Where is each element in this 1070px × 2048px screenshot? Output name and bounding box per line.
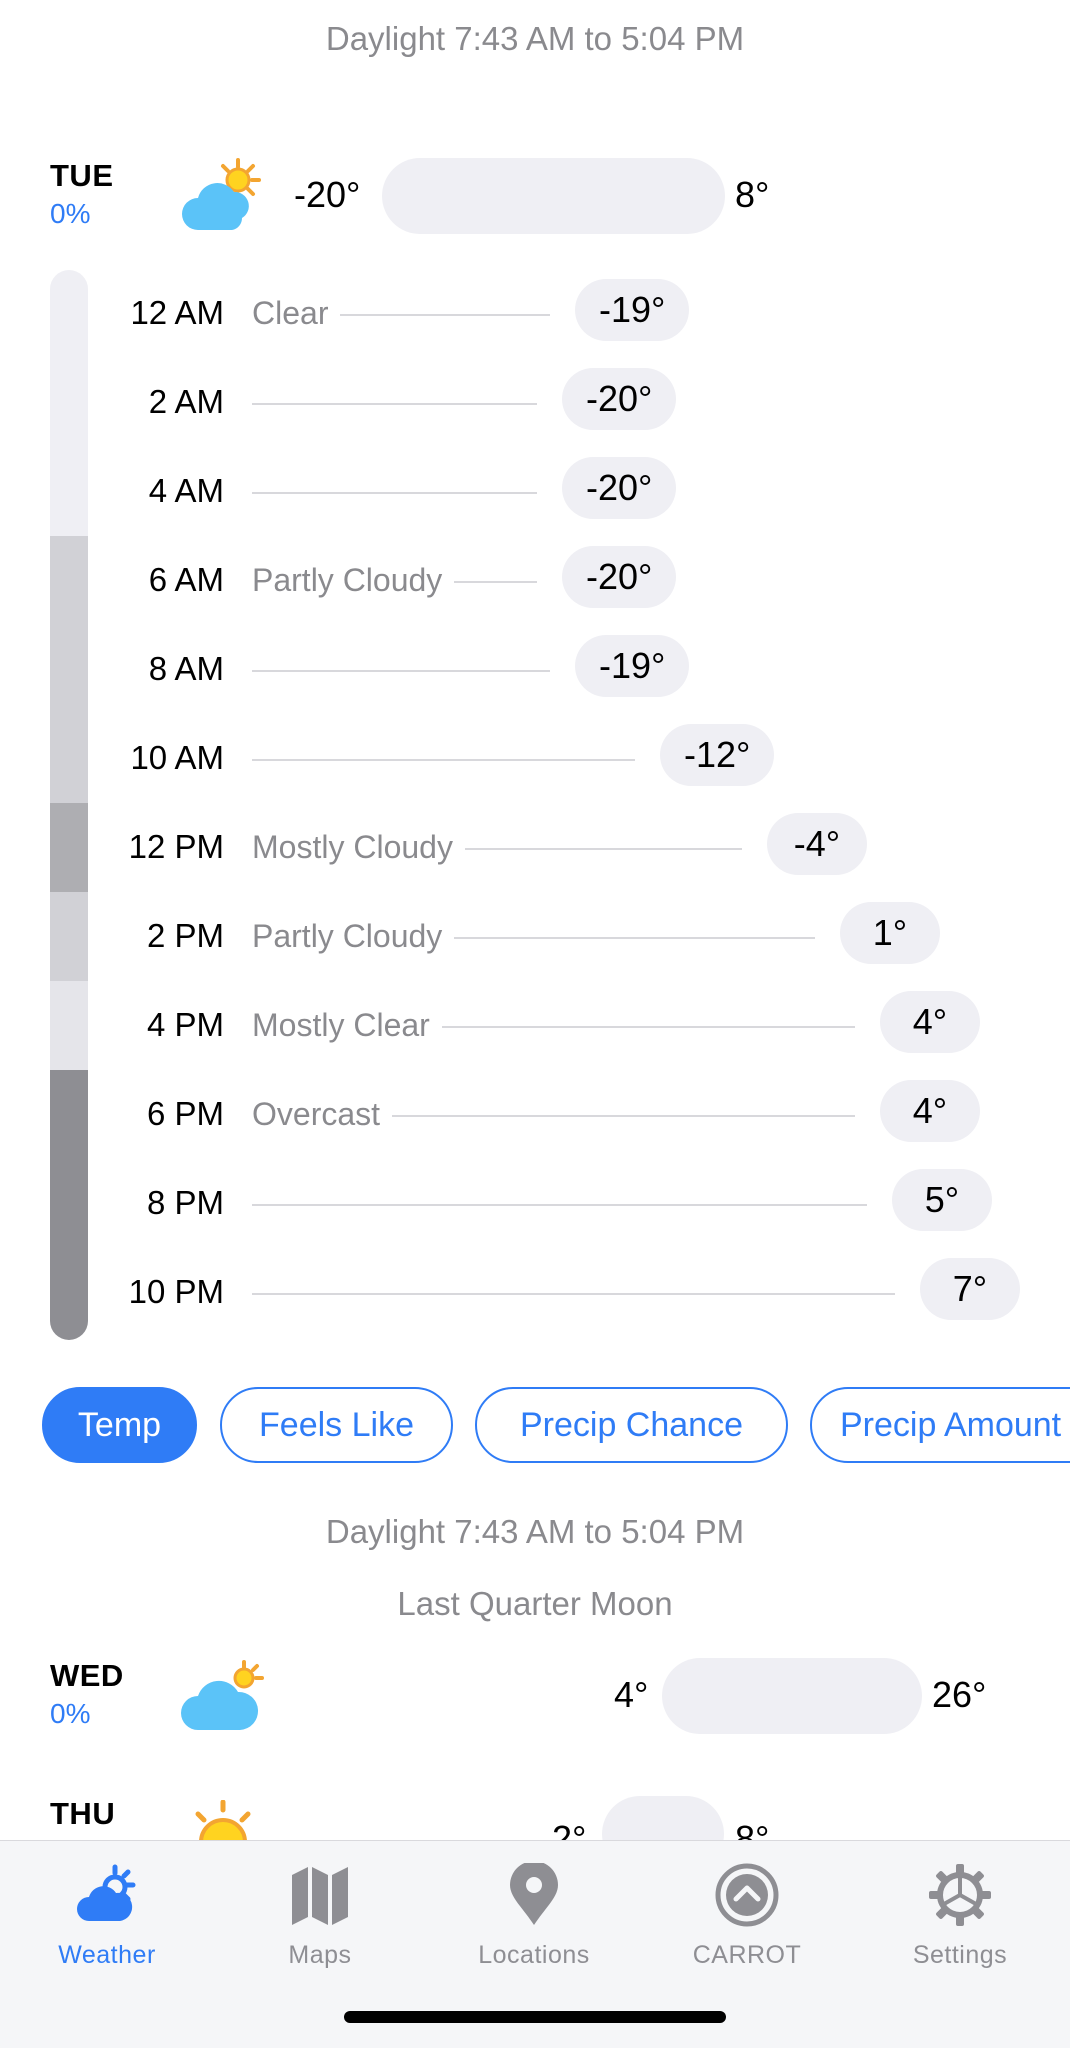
hour-time: 10 AM [130, 739, 224, 776]
hour-temp-pill: 4° [880, 1080, 980, 1142]
hour-row[interactable]: 8 AM -19° [0, 626, 1070, 715]
hour-row[interactable]: 10 PM 7° [0, 1249, 1070, 1338]
hour-temp-pill: -12° [660, 724, 775, 786]
tab-settings[interactable]: Settings [870, 1855, 1050, 1970]
temp-range-bar [662, 1658, 922, 1734]
hour-row[interactable]: 6 AM Partly Cloudy -20° [0, 537, 1070, 626]
hour-temp-pill: -19° [575, 635, 690, 697]
hour-time: 2 AM [148, 383, 224, 420]
metric-chip-row[interactable]: Temp Feels Like Precip Chance Precip Amo… [0, 1387, 1070, 1465]
chip-precip-amount[interactable]: Precip Amount [810, 1387, 1070, 1463]
tab-label: Settings [912, 1941, 1008, 1969]
hour-temp-pill: -4° [767, 813, 867, 875]
hour-condition: Partly Cloudy [252, 918, 455, 955]
hour-row[interactable]: 4 PM Mostly Clear 4° [0, 982, 1070, 1071]
home-indicator [344, 2011, 726, 2023]
hour-condition: Mostly Clear [252, 1007, 442, 1044]
hour-time: 4 PM [146, 1006, 224, 1043]
tab-maps[interactable]: Maps [230, 1855, 410, 1970]
hour-row[interactable]: 2 AM -20° [0, 359, 1070, 448]
temp-guide-line [252, 492, 537, 494]
chip-temp[interactable]: Temp [42, 1387, 197, 1463]
hour-row[interactable]: 4 AM -20° [0, 448, 1070, 537]
day-name: WED [50, 1658, 124, 1693]
daylight-note: Daylight 7:43 AM to 5:04 PM [325, 20, 745, 57]
carrot-icon [657, 1855, 837, 1935]
hour-condition: Mostly Cloudy [252, 829, 465, 866]
hour-temp-pill: -20° [562, 457, 677, 519]
temp-range-bar [382, 158, 725, 234]
location-pin-icon [444, 1855, 624, 1935]
hour-row[interactable]: 12 PM Mostly Cloudy -4° [0, 804, 1070, 893]
precip-chance: 0% [50, 198, 91, 229]
hour-temp-pill: 1° [840, 902, 940, 964]
hour-time: 6 AM [148, 561, 224, 598]
tab-label: Weather [58, 1941, 156, 1969]
map-icon [230, 1855, 410, 1935]
partly-cloudy-icon [178, 1658, 268, 1738]
hour-row[interactable]: 12 AM Clear -19° [0, 270, 1070, 359]
tab-carrot[interactable]: CARROT [657, 1855, 837, 1970]
tab-weather[interactable]: Weather [17, 1855, 197, 1970]
hour-time: 10 PM [128, 1273, 224, 1310]
moon-phase-note: Last Quarter Moon [397, 1585, 673, 1622]
day-name: TUE [50, 158, 114, 193]
hour-condition: Clear [252, 295, 341, 332]
tab-label: Maps [288, 1941, 352, 1969]
hour-time: 12 PM [128, 828, 224, 865]
hour-row[interactable]: 2 PM Partly Cloudy 1° [0, 893, 1070, 982]
hour-time: 8 PM [146, 1184, 224, 1221]
partly-cloudy-icon [178, 158, 268, 238]
temp-guide-line [252, 759, 635, 761]
precip-chance: 0% [50, 1698, 91, 1729]
tab-locations[interactable]: Locations [444, 1855, 624, 1970]
hour-time: 6 PM [146, 1095, 224, 1132]
hour-time: 12 AM [130, 294, 224, 331]
hour-time: 8 AM [148, 650, 224, 687]
temp-guide-line [252, 1293, 895, 1295]
chip-feels-like[interactable]: Feels Like [220, 1387, 453, 1463]
day-name: THU [50, 1796, 116, 1831]
temp-high: 8° [735, 174, 770, 215]
hour-condition: Partly Cloudy [252, 562, 455, 599]
tab-label: Locations [478, 1941, 590, 1969]
temp-low: 4° [614, 1674, 649, 1715]
temp-high: 26° [932, 1674, 987, 1715]
temp-low: -20° [294, 174, 361, 215]
hour-row[interactable]: 8 PM 5° [0, 1160, 1070, 1249]
chip-precip-chance[interactable]: Precip Chance [475, 1387, 788, 1463]
day-row-tue[interactable]: TUE 0% -20° 8° [0, 158, 1070, 248]
hour-temp-pill: -20° [562, 368, 677, 430]
tab-label: CARROT [692, 1941, 802, 1969]
hour-time: 4 AM [148, 472, 224, 509]
hour-row[interactable]: 10 AM -12° [0, 715, 1070, 804]
hour-temp-pill: -20° [562, 546, 677, 608]
daylight-note: Daylight 7:43 AM to 5:04 PM [325, 1513, 745, 1550]
hour-temp-pill: -19° [575, 279, 690, 341]
day-row-wed[interactable]: WED 0% 4° 26° [0, 1658, 1070, 1748]
gear-icon [870, 1855, 1050, 1935]
temp-guide-line [252, 1204, 867, 1206]
hour-temp-pill: 5° [892, 1169, 992, 1231]
hour-temp-pill: 7° [920, 1258, 1020, 1320]
temp-guide-line [252, 403, 537, 405]
hour-row[interactable]: 6 PM Overcast 4° [0, 1071, 1070, 1160]
hour-condition: Overcast [252, 1096, 393, 1133]
hour-temp-pill: 4° [880, 991, 980, 1053]
weather-icon [17, 1855, 197, 1935]
temp-guide-line [252, 670, 550, 672]
hour-time: 2 PM [146, 917, 224, 954]
